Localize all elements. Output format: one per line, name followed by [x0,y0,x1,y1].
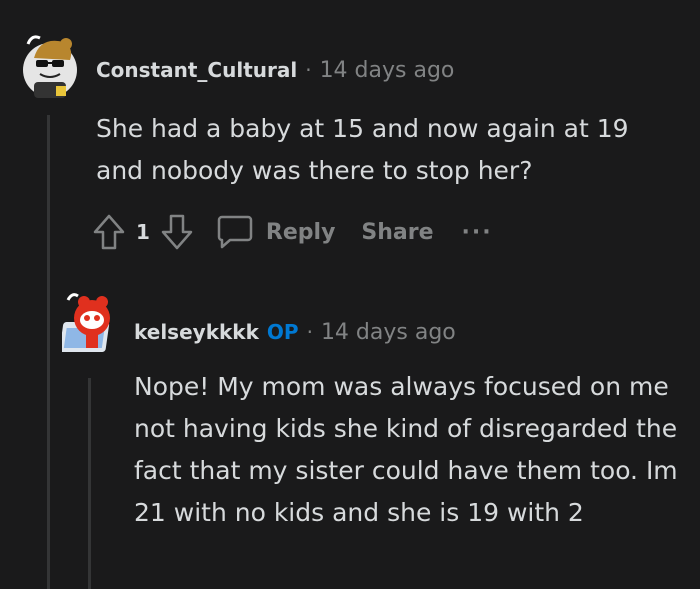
thread-line-main[interactable] [47,115,50,589]
avatar[interactable] [20,30,82,100]
share-button[interactable]: Share [361,220,433,245]
separator-dot: · [306,320,313,344]
upvote-button[interactable] [92,213,126,251]
comment-actions: 1 Reply Share ··· [92,213,493,251]
timestamp[interactable]: 14 days ago [320,58,455,83]
avatar-image [23,35,77,98]
reply-label: Reply [265,219,336,245]
comment-meta: Constant_Cultural · 14 days ago [96,58,454,83]
reply-button[interactable]: Reply [216,213,336,251]
op-badge: OP [266,320,299,344]
thread-line-reply[interactable] [88,378,91,589]
comment-meta: kelseykkkk OP · 14 days ago [134,320,456,345]
vote-score: 1 [136,220,150,244]
username[interactable]: kelseykkkk [134,320,259,344]
more-icon: ··· [461,219,493,245]
avatar[interactable] [62,290,120,358]
comment-body: Nope! My mom was always focused on me no… [134,372,678,527]
downvote-button[interactable] [160,213,194,251]
more-options-button[interactable]: ··· [462,220,493,245]
comment-body: She had a baby at 15 and now again at 19… [96,114,629,185]
separator-dot: · [305,58,312,82]
upvote-icon [93,214,125,250]
comment-icon [217,215,253,249]
avatar-image [62,293,110,352]
timestamp[interactable]: 14 days ago [321,320,456,345]
downvote-icon [161,214,193,250]
share-label: Share [361,219,434,245]
username[interactable]: Constant_Cultural [96,58,297,82]
